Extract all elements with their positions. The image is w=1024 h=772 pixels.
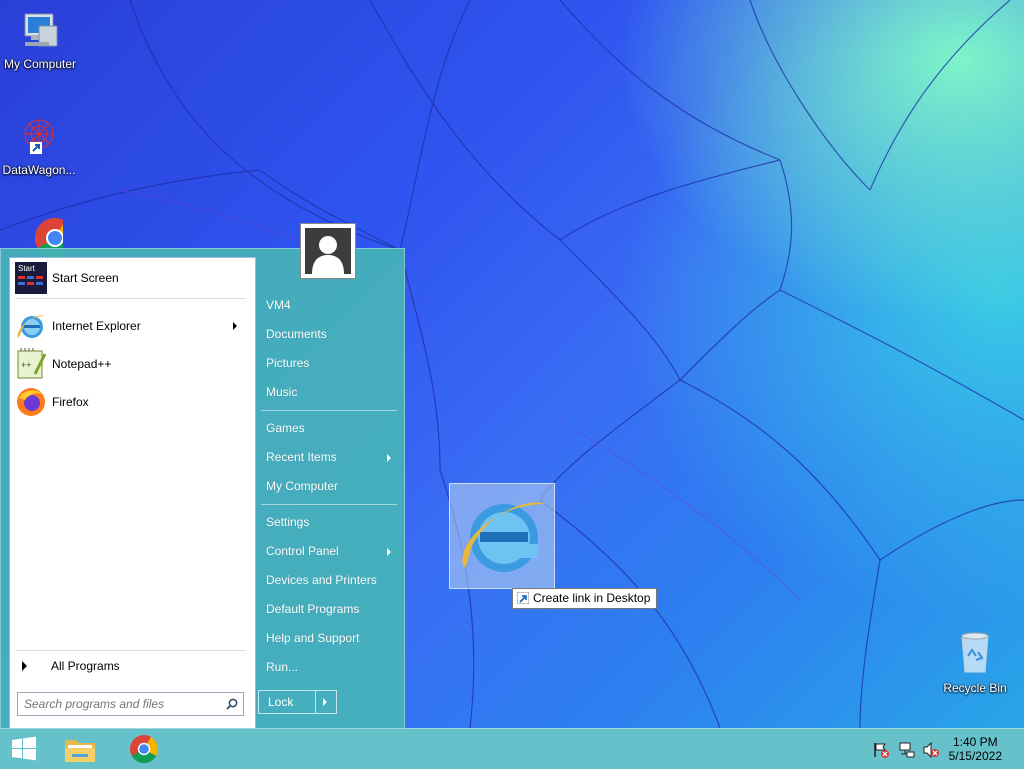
network-icon[interactable] — [898, 741, 916, 759]
right-item-documents[interactable]: Documents — [266, 327, 327, 341]
search-box[interactable] — [17, 692, 244, 716]
start-screen-icon: Start — [15, 262, 47, 294]
desktop-icon-datawagon[interactable]: DataWagon... — [0, 112, 79, 177]
desktop-icon-label: My Computer — [3, 57, 77, 71]
right-item-user[interactable]: VM4 — [266, 298, 291, 312]
action-center-flag-icon[interactable] — [872, 741, 890, 759]
volume-muted-icon[interactable] — [922, 741, 940, 759]
desktop-icon-my-computer[interactable]: My Computer — [0, 8, 80, 71]
start-item-label: Start Screen — [52, 271, 119, 285]
expand-arrow-icon — [22, 661, 27, 671]
taskbar: 1:40 PM 5/15/2022 — [0, 728, 1024, 769]
drag-ghost — [449, 483, 555, 589]
user-avatar[interactable] — [300, 223, 356, 279]
right-item-settings[interactable]: Settings — [266, 515, 309, 529]
separator — [261, 410, 397, 411]
separator — [261, 504, 397, 505]
right-item-recent-items[interactable]: Recent Items — [266, 450, 337, 464]
clock-time: 1:40 PM — [952, 735, 998, 749]
right-item-help-support[interactable]: Help and Support — [266, 631, 359, 645]
search-icon[interactable] — [226, 698, 238, 710]
start-menu: Start Start Screen Internet Explorer ++ … — [0, 248, 405, 730]
right-item-music[interactable]: Music — [266, 385, 297, 399]
chrome-icon — [130, 735, 158, 763]
start-item-label: Internet Explorer — [52, 319, 141, 333]
start-item-notepadpp[interactable]: ++ Notepad++ — [15, 346, 247, 382]
right-item-my-computer[interactable]: My Computer — [266, 479, 338, 493]
drag-tooltip-prefix: Create link in — [533, 591, 607, 605]
all-programs-button[interactable]: All Programs — [15, 654, 247, 678]
start-menu-left-pane: Start Start Screen Internet Explorer ++ … — [9, 257, 256, 729]
start-button[interactable] — [2, 729, 46, 769]
submenu-arrow-icon — [387, 548, 391, 556]
start-item-label: Firefox — [52, 395, 89, 409]
submenu-arrow-icon — [233, 322, 237, 330]
desktop-icon-label: Recycle Bin — [943, 681, 1007, 695]
separator — [315, 691, 316, 713]
power-options-arrow-icon[interactable] — [323, 698, 327, 706]
desktop-icon-label: DataWagon... — [2, 163, 76, 177]
internet-explorer-icon — [17, 315, 45, 338]
shortcut-arrow-icon — [517, 592, 529, 604]
lock-button-label: Lock — [268, 695, 294, 709]
recycle-bin-icon — [961, 632, 989, 673]
right-item-games[interactable]: Games — [266, 421, 305, 435]
separator — [16, 650, 246, 651]
avatar-frame — [305, 228, 351, 274]
folder-icon — [65, 740, 95, 762]
taskbar-clock[interactable]: 1:40 PM 5/15/2022 — [949, 735, 1002, 763]
clock-date: 5/15/2022 — [948, 749, 1002, 763]
drag-tooltip-target: Desktop — [606, 591, 651, 605]
taskbar-file-explorer[interactable] — [58, 729, 102, 769]
lock-button[interactable]: Lock — [258, 690, 337, 714]
right-item-control-panel[interactable]: Control Panel — [266, 544, 339, 558]
internet-explorer-icon — [462, 502, 546, 572]
right-item-devices-printers[interactable]: Devices and Printers — [266, 573, 377, 587]
all-programs-label: All Programs — [51, 659, 120, 673]
search-input[interactable] — [22, 695, 226, 713]
submenu-arrow-icon — [387, 454, 391, 462]
computer-icon — [24, 13, 58, 47]
drag-tooltip: Create link in Desktop — [512, 588, 658, 609]
start-item-firefox[interactable]: Firefox — [15, 384, 247, 420]
notepadpp-icon: ++ — [17, 348, 47, 379]
start-item-label: Notepad++ — [52, 357, 112, 371]
windows-logo-icon — [12, 736, 36, 761]
user-icon — [312, 236, 344, 274]
svg-text:++: ++ — [21, 360, 32, 370]
right-item-default-programs[interactable]: Default Programs — [266, 602, 359, 616]
start-item-start-screen[interactable]: Start Start Screen — [15, 260, 247, 296]
start-item-internet-explorer[interactable]: Internet Explorer — [15, 308, 247, 344]
datawagon-icon — [24, 119, 54, 154]
firefox-icon — [17, 388, 45, 416]
right-item-run[interactable]: Run... — [266, 660, 298, 674]
separator — [16, 298, 246, 299]
desktop-icon-recycle-bin[interactable]: Recycle Bin — [935, 630, 1015, 695]
start-screen-icon-text: Start — [18, 264, 36, 273]
taskbar-chrome[interactable] — [122, 729, 166, 769]
right-item-pictures[interactable]: Pictures — [266, 356, 309, 370]
